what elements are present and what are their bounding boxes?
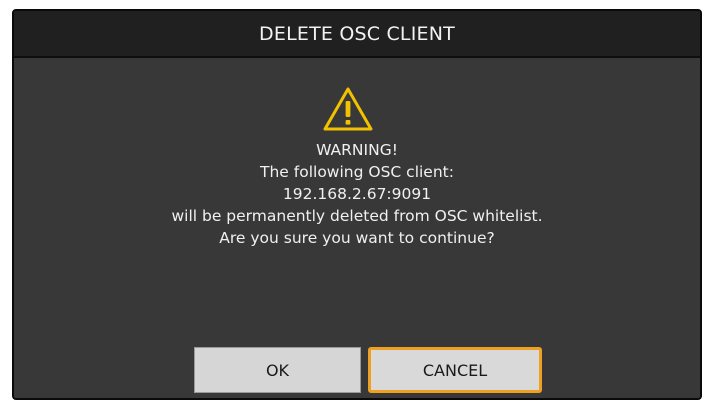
- warning-message: WARNING! The following OSC client: 192.1…: [14, 139, 700, 249]
- confirmation-question: Are you sure you want to continue?: [219, 229, 495, 247]
- cancel-button[interactable]: CANCEL: [368, 347, 542, 393]
- dialog-title: DELETE OSC CLIENT: [259, 22, 455, 45]
- ok-button[interactable]: OK: [194, 347, 361, 393]
- warning-icon: [323, 87, 373, 131]
- message-line: The following OSC client:: [260, 163, 454, 181]
- ok-button-label: OK: [265, 360, 290, 380]
- osc-client-address: 192.168.2.67:9091: [282, 185, 432, 203]
- message-line: will be permanently deleted from OSC whi…: [171, 207, 543, 225]
- dialog-title-bar: DELETE OSC CLIENT: [14, 11, 700, 58]
- cancel-button-label: CANCEL: [422, 360, 488, 380]
- delete-osc-client-dialog: DELETE OSC CLIENT WARNING! The following…: [12, 9, 702, 400]
- warning-heading: WARNING!: [316, 141, 398, 159]
